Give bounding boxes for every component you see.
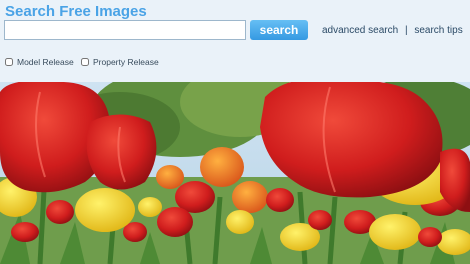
model-release-option[interactable]: Model Release xyxy=(5,57,74,67)
search-input[interactable] xyxy=(4,20,246,40)
advanced-search-link[interactable]: advanced search xyxy=(322,25,398,36)
model-release-checkbox[interactable] xyxy=(5,58,13,66)
model-release-label: Model Release xyxy=(17,57,74,67)
property-release-checkbox[interactable] xyxy=(81,58,89,66)
property-release-option[interactable]: Property Release xyxy=(81,57,159,67)
tulip-photo-image xyxy=(0,82,470,264)
property-release-label: Property Release xyxy=(93,57,159,67)
page-title: Search Free Images xyxy=(5,3,147,20)
search-button[interactable]: search xyxy=(250,20,308,40)
search-links: advanced search | search tips xyxy=(322,25,463,36)
tulip-photo[interactable] xyxy=(0,82,470,264)
search-tips-link[interactable]: search tips xyxy=(414,25,462,36)
link-separator: | xyxy=(404,25,408,36)
search-header: Search Free Images search advanced searc… xyxy=(0,0,470,82)
